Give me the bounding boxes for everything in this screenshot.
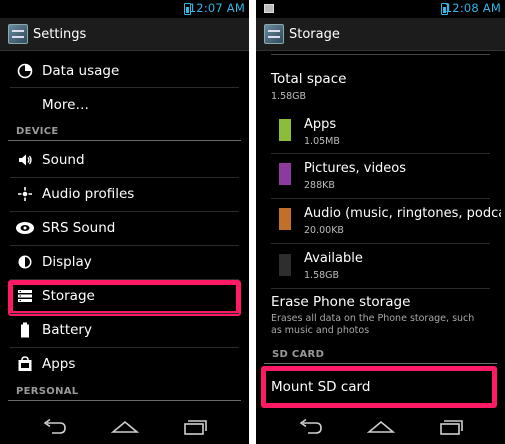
storage-list: Total space 1.58GB Apps 1.05MB Pictures,… [256,52,505,410]
settings-screen: 12:07 AM Settings Data usage More… DEVIC… [0,0,249,444]
brightness-icon [15,252,35,272]
audio-color-swatch [279,208,291,230]
back-icon[interactable] [296,418,326,436]
storage-entry-value: 288KB [304,180,335,191]
storage-screen: 12:08 AM Storage Total space 1.58GB Apps… [256,0,505,444]
settings-item-label: Audio profiles [42,186,135,202]
settings-item-battery[interactable]: Battery [0,313,249,347]
settings-item-label: Data usage [42,63,120,79]
apps-color-swatch [279,119,291,141]
total-space-title: Total space [271,71,347,87]
total-space-value: 1.58GB [271,91,307,102]
settings-item-display[interactable]: Display [0,245,249,279]
back-icon[interactable] [40,418,70,436]
status-bar: 12:07 AM [0,0,249,18]
settings-item-label: SRS Sound [42,220,116,236]
storage-entry-label: Available [304,251,363,266]
storage-highlight-box [8,280,241,316]
storage-entry-pictures[interactable]: Pictures, videos 288KB [256,153,505,197]
action-bar: Storage [256,18,505,51]
storage-entry-label: Pictures, videos [304,161,407,176]
storage-entry-label: Audio (music, ringtones, podcasts, etc.) [304,206,501,221]
data-usage-icon [15,61,35,81]
storage-entry-available[interactable]: Available 1.58GB [256,243,505,287]
section-divider [8,140,241,141]
storage-entry-label-clip: Audio (music, ringtones, podcasts, etc.) [304,206,501,223]
page-title: Settings [33,27,87,42]
status-time: 12:08 AM [444,1,501,15]
settings-item-label: Battery [42,322,92,338]
erase-title: Erase Phone storage [271,294,411,310]
settings-item-apps[interactable]: Apps [0,347,249,381]
settings-item-label: More… [42,97,89,113]
recent-apps-icon[interactable] [436,418,466,436]
nav-bar [0,410,249,444]
available-color-swatch [279,254,291,276]
settings-item-sound[interactable]: Sound [0,143,249,177]
storage-entry-audio[interactable]: Audio (music, ringtones, podcasts, etc.)… [256,198,505,242]
section-header-device: DEVICE [16,126,59,137]
settings-item-audio-profiles[interactable]: Audio profiles [0,177,249,211]
settings-item-label: Display [42,254,92,270]
mount-sd-highlight-box [261,366,497,408]
divider [271,54,490,55]
settings-list: Data usage More… DEVICE Sound Audio prof… [0,52,249,410]
settings-app-icon[interactable] [8,24,28,44]
page-title: Storage [289,27,340,42]
pictures-color-swatch [279,163,291,185]
storage-entry-label: Apps [304,117,337,132]
speaker-icon [15,150,35,170]
status-time: 12:07 AM [188,1,245,15]
home-icon[interactable] [110,418,140,436]
erase-phone-storage-item[interactable]: Erase Phone storage Erases all data on t… [256,288,505,344]
storage-entry-value: 20.00KB [304,225,344,236]
settings-item-data-usage[interactable]: Data usage [0,54,249,88]
section-header-sd-card: SD CARD [272,349,325,360]
settings-item-srs-sound[interactable]: SRS Sound [0,211,249,245]
settings-app-icon[interactable] [264,24,284,44]
notification-picture-icon [264,4,274,13]
storage-entry-apps[interactable]: Apps 1.05MB [256,108,505,152]
srs-icon [15,218,35,238]
settings-item-more[interactable]: More… [0,88,249,122]
erase-description: Erases all data on the Phone storage, su… [271,313,475,336]
storage-entry-value: 1.58GB [304,270,340,281]
section-divider [264,363,497,364]
status-bar: 12:08 AM [256,0,505,18]
settings-item-label: Apps [42,356,76,372]
battery-icon [15,320,35,340]
audio-profiles-icon [15,184,35,204]
section-divider [8,400,241,401]
action-bar: Settings [0,18,249,51]
apps-icon [15,354,35,374]
storage-entry-value: 1.05MB [304,136,340,147]
section-header-personal: PERSONAL [16,386,79,397]
home-icon[interactable] [366,418,396,436]
recent-apps-icon[interactable] [180,418,210,436]
nav-bar [256,410,505,444]
settings-item-label: Sound [42,152,85,168]
